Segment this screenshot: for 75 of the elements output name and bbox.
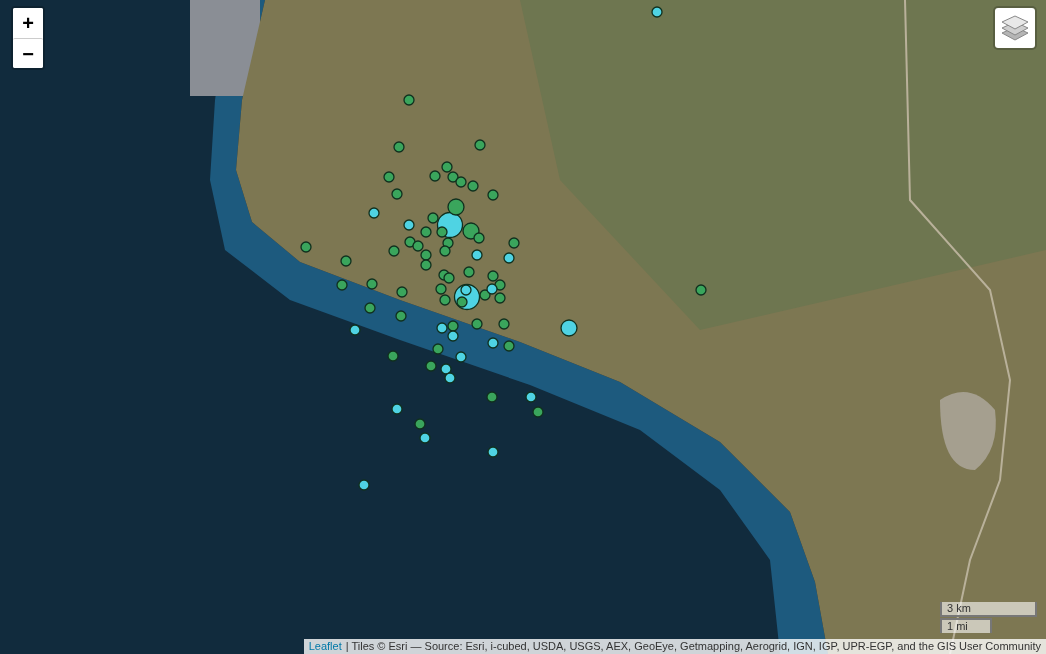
marker-dot[interactable] — [441, 161, 453, 173]
marker-dot[interactable] — [444, 372, 456, 384]
marker-dot[interactable] — [447, 171, 459, 183]
marker-dot[interactable] — [443, 272, 455, 284]
marker-dot[interactable] — [440, 363, 452, 375]
marker-dot[interactable] — [414, 418, 426, 430]
layers-button[interactable] — [993, 6, 1037, 50]
marker-dot[interactable] — [471, 249, 483, 261]
marker-dot[interactable] — [487, 446, 499, 458]
marker-dot[interactable] — [455, 176, 467, 188]
marker-dot[interactable] — [462, 222, 480, 240]
marker-dot[interactable] — [463, 266, 475, 278]
marker-dot[interactable] — [412, 240, 424, 252]
scale-bar: 3 km — [940, 602, 1037, 617]
marker-dot[interactable] — [383, 171, 395, 183]
marker-dot[interactable] — [487, 189, 499, 201]
marker-dot[interactable] — [695, 284, 707, 296]
marker-dot[interactable] — [435, 283, 447, 295]
marker-dot[interactable] — [487, 270, 499, 282]
marker-dot[interactable] — [425, 360, 437, 372]
marker-dot[interactable] — [473, 232, 485, 244]
marker-dot[interactable] — [560, 319, 578, 337]
marker-dot[interactable] — [471, 318, 483, 330]
marker-dot[interactable] — [456, 296, 468, 308]
marker-dot[interactable] — [508, 237, 520, 249]
marker-dot[interactable] — [427, 212, 439, 224]
zoom-out-button[interactable]: − — [13, 38, 43, 68]
marker-dot[interactable] — [420, 226, 432, 238]
scale-bar: 1 mi — [940, 618, 992, 633]
attribution-text: | Tiles © Esri — Source: Esri, i-cubed, USDA, USGS, AEX, GeoEye, Getmapping, Aerogrid, IGN, IGP, UPR-EGP, and the GIS User Community — [345, 639, 1041, 654]
marker-dot[interactable] — [396, 286, 408, 298]
marker-dot[interactable] — [486, 391, 498, 403]
marker-dot[interactable] — [300, 241, 312, 253]
marker-dot[interactable] — [503, 340, 515, 352]
marker-dot[interactable] — [532, 406, 544, 418]
marker-dot[interactable] — [487, 337, 499, 349]
marker-dot[interactable] — [387, 350, 399, 362]
marker-dot[interactable] — [439, 245, 451, 257]
marker-dot[interactable] — [494, 292, 506, 304]
marker-dot[interactable] — [467, 180, 479, 192]
marker-dot[interactable] — [479, 289, 491, 301]
marker-dot[interactable] — [455, 351, 467, 363]
marker-dot[interactable] — [420, 259, 432, 271]
marker-dot[interactable] — [474, 139, 486, 151]
marker-dot[interactable] — [429, 170, 441, 182]
marker-dot[interactable] — [447, 198, 465, 216]
marker-dot[interactable] — [403, 94, 415, 106]
marker-dot[interactable] — [447, 330, 459, 342]
marker-dot[interactable] — [366, 278, 378, 290]
marker-dot[interactable] — [349, 324, 361, 336]
marker-dot[interactable] — [419, 432, 431, 444]
marker-dot[interactable] — [391, 403, 403, 415]
marker-dot[interactable] — [364, 302, 376, 314]
marker-dot[interactable] — [358, 479, 370, 491]
marker-dot[interactable] — [498, 318, 510, 330]
marker-dot[interactable] — [403, 219, 415, 231]
marker-dot[interactable] — [395, 310, 407, 322]
marker-dot[interactable] — [336, 279, 348, 291]
marker-dot[interactable] — [368, 207, 380, 219]
marker-dot[interactable] — [436, 226, 448, 238]
marker-dot[interactable] — [388, 245, 400, 257]
marker-dot[interactable] — [525, 391, 537, 403]
marker-dot[interactable] — [439, 294, 451, 306]
marker-dot[interactable] — [436, 322, 448, 334]
marker-dot[interactable] — [460, 284, 472, 296]
marker-dot[interactable] — [447, 320, 459, 332]
marker-dot[interactable] — [393, 141, 405, 153]
marker-dot[interactable] — [651, 6, 663, 18]
marker-dot[interactable] — [420, 249, 432, 261]
marker-dot[interactable] — [503, 252, 515, 264]
marker-dot[interactable] — [432, 343, 444, 355]
marker-dot[interactable] — [340, 255, 352, 267]
layers-icon — [1001, 15, 1029, 41]
marker-dot[interactable] — [486, 283, 498, 295]
marker-dot[interactable] — [391, 188, 403, 200]
